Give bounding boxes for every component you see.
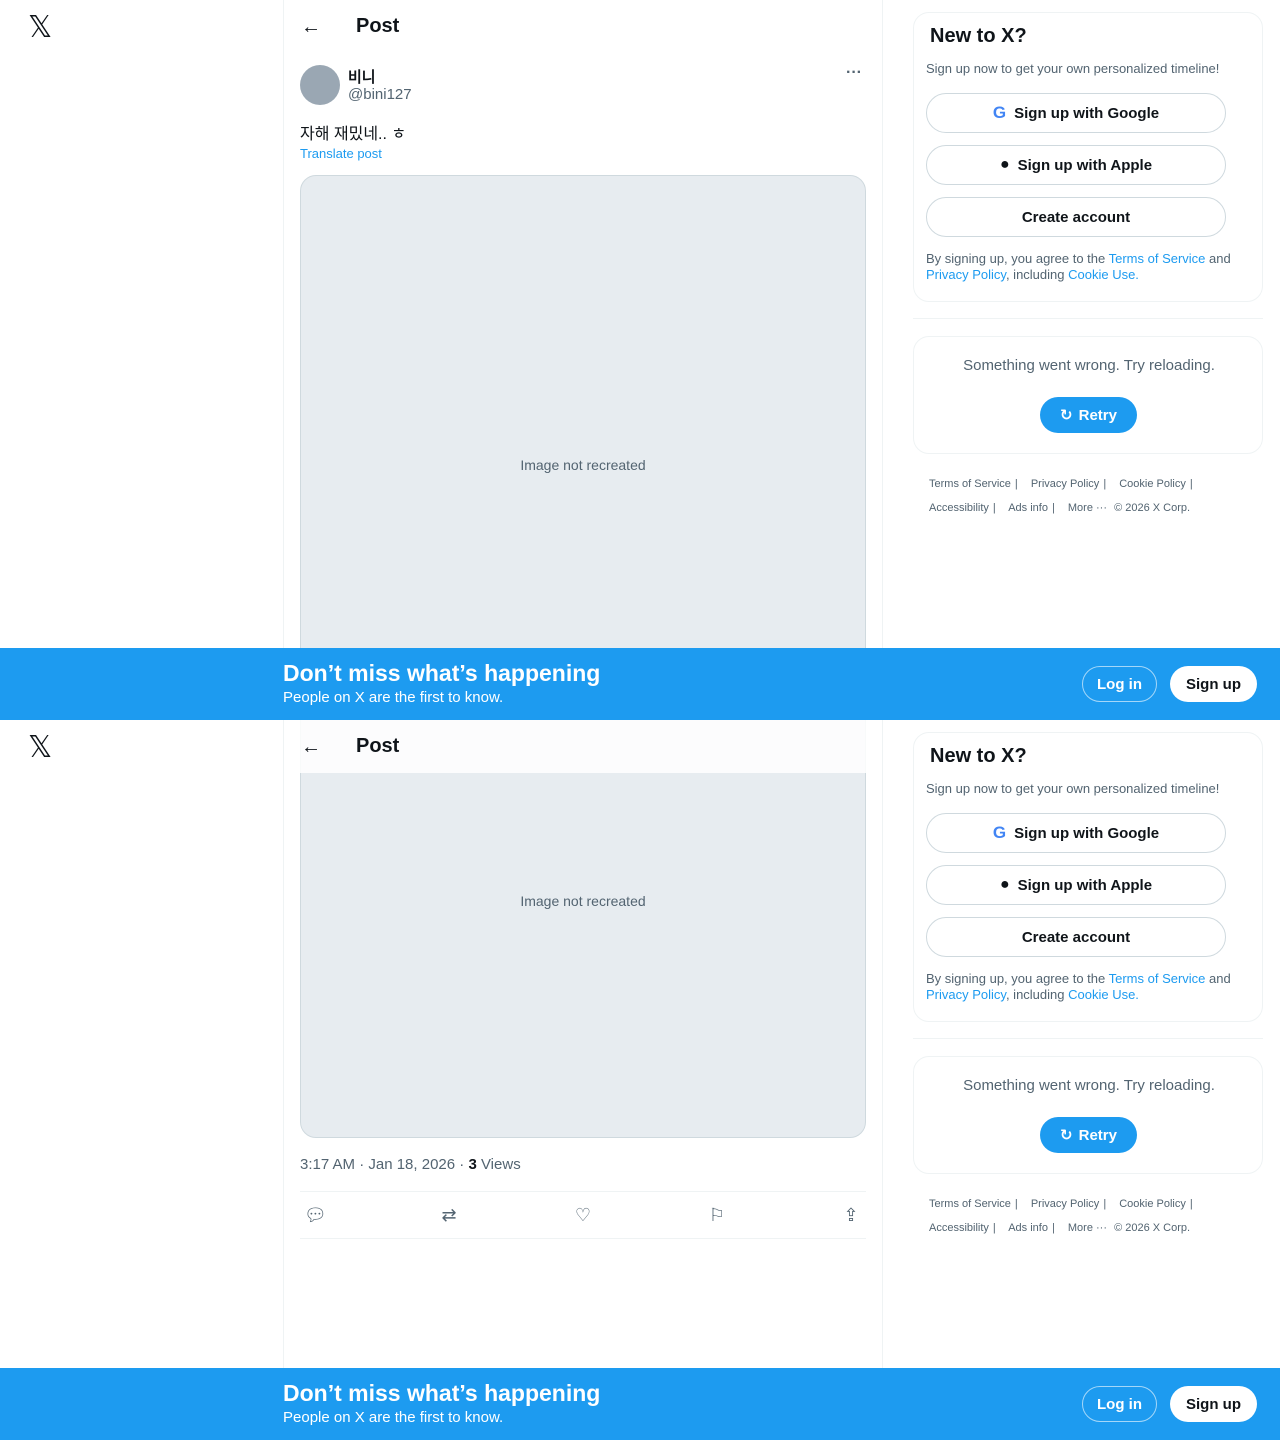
- signup-google-button[interactable]: G Sign up with Google: [926, 93, 1226, 133]
- signup-button[interactable]: Sign up: [1170, 666, 1257, 702]
- footer-ads-link[interactable]: Ads info: [1008, 502, 1048, 514]
- author-handle[interactable]: @bini127: [348, 86, 412, 103]
- main-column: Image not recreated ← Post 3:17 AM · Jan…: [283, 720, 883, 1440]
- media-placeholder-note: Image not recreated: [520, 893, 646, 909]
- footer-ads-link[interactable]: Ads info: [1008, 1222, 1048, 1234]
- bookmark-icon[interactable]: ⚐: [706, 1204, 728, 1226]
- apple-icon: ●: [999, 876, 1010, 893]
- signup-title: New to X?: [930, 25, 1027, 47]
- cookie-link[interactable]: Cookie Use.: [1068, 987, 1139, 1002]
- error-message: Something went wrong. Try reloading.: [963, 357, 1215, 374]
- post-author: 비니 @bini127 ···: [300, 64, 866, 108]
- signup-subtitle: Sign up now to get your own personalized…: [926, 61, 1220, 76]
- signup-card: New to X? Sign up now to get your own pe…: [913, 732, 1263, 1022]
- more-options-icon[interactable]: ···: [842, 64, 866, 88]
- views-count: 3: [468, 1156, 477, 1173]
- footer-more-link[interactable]: More ···: [1068, 502, 1107, 514]
- divider: [913, 318, 1263, 319]
- signup-apple-button[interactable]: ● Sign up with Apple: [926, 865, 1226, 905]
- post-actions: 💬︎ ⇄ ♡ ⚐ ⇪: [300, 1191, 866, 1239]
- refresh-icon: ↻: [1060, 1127, 1073, 1144]
- arrow-left-icon[interactable]: ←: [301, 17, 321, 37]
- post-timestamp[interactable]: 3:17 AM · Jan 18, 2026 ·: [300, 1156, 468, 1173]
- create-account-button[interactable]: Create account: [926, 197, 1226, 237]
- apple-icon: ●: [999, 156, 1010, 173]
- google-icon: G: [992, 823, 1007, 842]
- terms-link[interactable]: Terms of Service: [1109, 971, 1206, 986]
- x-logo-icon[interactable]: 𝕏: [28, 733, 56, 763]
- views-label: Views: [476, 1156, 521, 1173]
- create-account-button[interactable]: Create account: [926, 917, 1226, 957]
- retry-button[interactable]: ↻ Retry: [1040, 397, 1137, 433]
- error-message: Something went wrong. Try reloading.: [963, 1077, 1215, 1094]
- login-button[interactable]: Log in: [1082, 1386, 1157, 1422]
- signup-google-button[interactable]: G Sign up with Google: [926, 813, 1226, 853]
- footer-copyright: © 2026 X Corp.: [1114, 502, 1191, 514]
- post-header: ← Post: [284, 0, 882, 53]
- signup-banner: Don’t miss what’s happening People on X …: [0, 1368, 1280, 1440]
- refresh-icon: ↻: [1060, 407, 1073, 424]
- x-logo-icon[interactable]: 𝕏: [28, 13, 56, 43]
- share-icon[interactable]: ⇪: [840, 1204, 862, 1226]
- author-name[interactable]: 비니: [348, 66, 376, 87]
- terms-link[interactable]: Terms of Service: [1109, 251, 1206, 266]
- signup-legal: By signing up, you agree to the Terms of…: [926, 251, 1231, 282]
- main-column: ← Post 비니 @bini127 ··· 자해 재밌네.. ㅎ Transl…: [283, 0, 883, 720]
- error-card: Something went wrong. Try reloading. ↻ R…: [913, 336, 1263, 454]
- signup-button[interactable]: Sign up: [1170, 1386, 1257, 1422]
- post-header: ← Post: [284, 720, 882, 773]
- sidebar-footer: Terms of Service | Privacy Policy | Cookie…: [929, 1198, 1193, 1234]
- page-title: Post: [356, 735, 400, 757]
- privacy-link[interactable]: Privacy Policy: [926, 267, 1006, 282]
- banner-subtitle: People on X are the first to know.: [283, 1409, 504, 1426]
- banner-subtitle: People on X are the first to know.: [283, 689, 504, 706]
- privacy-link[interactable]: Privacy Policy: [926, 987, 1006, 1002]
- viewport-top: 𝕏 ← Post 비니 @bini127 ··· 자해 재밌네.. ㅎ Tran…: [0, 0, 1280, 720]
- signup-banner: Don’t miss what’s happening People on X …: [0, 648, 1280, 720]
- retry-button[interactable]: ↻ Retry: [1040, 1117, 1137, 1153]
- viewport-bottom: 𝕏 Image not recreated ← Post 3:17 AM · J…: [0, 720, 1280, 1440]
- signup-apple-button[interactable]: ● Sign up with Apple: [926, 145, 1226, 185]
- arrow-left-icon[interactable]: ←: [301, 737, 321, 757]
- post-media[interactable]: Image not recreated: [300, 175, 866, 720]
- footer-terms-link[interactable]: Terms of Service: [929, 478, 1011, 490]
- footer-more-link[interactable]: More ···: [1068, 1222, 1107, 1234]
- avatar[interactable]: [300, 65, 340, 105]
- signup-title: New to X?: [930, 745, 1027, 767]
- footer-cookie-link[interactable]: Cookie Policy: [1119, 1198, 1186, 1210]
- footer-terms-link[interactable]: Terms of Service: [929, 1198, 1011, 1210]
- footer-accessibility-link[interactable]: Accessibility: [929, 502, 989, 514]
- media-placeholder-note: Image not recreated: [520, 457, 646, 473]
- login-button[interactable]: Log in: [1082, 666, 1157, 702]
- banner-title: Don’t miss what’s happening: [283, 1380, 601, 1406]
- sidebar-footer: Terms of Service | Privacy Policy | Cookie…: [929, 478, 1193, 514]
- banner-title: Don’t miss what’s happening: [283, 660, 601, 686]
- footer-privacy-link[interactable]: Privacy Policy: [1031, 478, 1099, 490]
- reply-icon[interactable]: 💬︎: [304, 1204, 327, 1226]
- cookie-link[interactable]: Cookie Use.: [1068, 267, 1139, 282]
- post-media[interactable]: Image not recreated: [300, 720, 866, 1138]
- divider: [913, 1038, 1263, 1039]
- post-text: 자해 재밌네.. ㅎ: [300, 126, 407, 143]
- footer-privacy-link[interactable]: Privacy Policy: [1031, 1198, 1099, 1210]
- repost-icon[interactable]: ⇄: [438, 1204, 460, 1226]
- footer-accessibility-link[interactable]: Accessibility: [929, 1222, 989, 1234]
- post-meta: 3:17 AM · Jan 18, 2026 · 3 Views: [300, 1156, 521, 1173]
- page-title: Post: [356, 15, 400, 37]
- signup-card: New to X? Sign up now to get your own pe…: [913, 12, 1263, 302]
- signup-legal: By signing up, you agree to the Terms of…: [926, 971, 1231, 1002]
- google-icon: G: [992, 103, 1007, 122]
- like-icon[interactable]: ♡: [572, 1204, 594, 1226]
- signup-subtitle: Sign up now to get your own personalized…: [926, 781, 1220, 796]
- footer-copyright: © 2026 X Corp.: [1114, 1222, 1191, 1234]
- translate-post-link[interactable]: Translate post: [300, 146, 382, 161]
- footer-cookie-link[interactable]: Cookie Policy: [1119, 478, 1186, 490]
- error-card: Something went wrong. Try reloading. ↻ R…: [913, 1056, 1263, 1174]
